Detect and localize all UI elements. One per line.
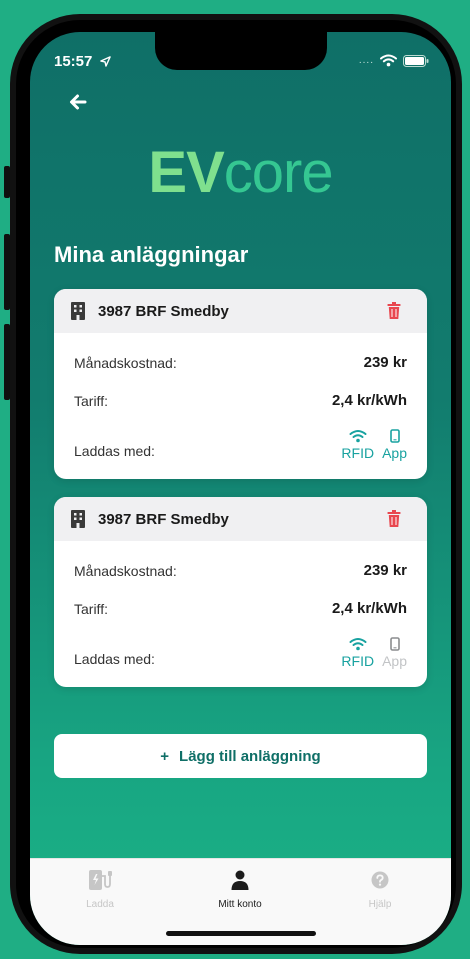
monthly-cost-value: 239 kr: [363, 354, 407, 371]
battery-icon: [403, 54, 429, 67]
tariff-label: Tariff:: [74, 601, 108, 617]
back-button[interactable]: [68, 92, 92, 116]
building-icon: [71, 510, 85, 528]
cellular-signal-icon: ....: [358, 55, 374, 66]
tab-ladda[interactable]: Ladda: [40, 867, 160, 910]
tab-mitt-konto-label: Mitt konto: [218, 899, 262, 910]
monthly-cost-value: 239 kr: [363, 562, 407, 579]
status-icons: ....: [359, 54, 429, 67]
tab-hjalp-label: Hjälp: [368, 899, 392, 910]
add-facility-label: Lägg till anläggning: [179, 747, 321, 765]
charge-method-label: Laddas med:: [74, 443, 155, 459]
logo-core: core: [223, 140, 334, 205]
mobile-phone-icon: [389, 637, 400, 651]
method-app-label: App: [382, 445, 407, 461]
method-rfid-label: RFID: [341, 653, 375, 669]
user-icon: [231, 870, 249, 890]
monthly-cost-row: Månadskostnad: 239 kr: [54, 549, 427, 587]
facility-card-header: 3987 BRF Smedby: [54, 497, 427, 541]
home-indicator: [166, 931, 316, 936]
method-app-label: App: [382, 653, 407, 669]
volume-down-button: [4, 324, 10, 400]
tariff-row: Tariff: 2,4 kr/kWh: [54, 379, 427, 417]
charge-methods: RFID App: [341, 637, 407, 669]
facility-card-header: 3987 BRF Smedby: [54, 289, 427, 333]
add-facility-button[interactable]: + Lägg till anläggning: [54, 734, 427, 778]
tab-bar: Ladda Mitt konto Hjälp: [30, 858, 451, 945]
trash-icon[interactable]: [387, 510, 401, 528]
volume-up-button: [4, 234, 10, 310]
tariff-row: Tariff: 2,4 kr/kWh: [54, 587, 427, 625]
arrow-left-icon: [70, 94, 87, 110]
mute-switch: [4, 166, 10, 198]
status-time-text: 15:57: [54, 53, 93, 70]
app-screen: 15:57 .... EVcore Mina anläggningar 3987…: [30, 32, 451, 945]
charge-methods: RFID App: [341, 429, 407, 461]
tab-hjalp[interactable]: Hjälp: [320, 867, 440, 910]
monthly-cost-row: Månadskostnad: 239 kr: [54, 341, 427, 379]
method-rfid: RFID: [341, 429, 374, 461]
tariff-value: 2,4 kr/kWh: [331, 392, 407, 409]
page-title: Mina anläggningar: [54, 242, 249, 267]
notch: [155, 32, 327, 70]
trash-icon[interactable]: [387, 302, 401, 320]
facility-card: 3987 BRF Smedby Månadskostnad: 239 kr Ta…: [54, 497, 427, 687]
plus-icon: +: [160, 747, 170, 765]
charge-method-row: Laddas med: RFID App: [54, 625, 427, 687]
evcore-logo: EVcore: [30, 144, 451, 202]
facility-card: 3987 BRF Smedby Månadskostnad: 239 kr Ta…: [54, 289, 427, 479]
monthly-cost-label: Månadskostnad:: [74, 563, 177, 579]
status-time: 15:57: [54, 53, 111, 70]
facility-name: 3987 BRF Smedby: [98, 510, 229, 528]
method-app: App: [382, 429, 407, 461]
charge-method-row: Laddas med: RFID App: [54, 417, 427, 479]
tab-mitt-konto[interactable]: Mitt konto: [180, 867, 300, 910]
building-icon: [71, 302, 85, 320]
logo-ev: EV: [148, 140, 224, 205]
method-rfid: RFID: [341, 637, 374, 669]
location-arrow-icon: [99, 56, 111, 67]
method-app-disabled: App: [382, 637, 407, 669]
help-icon: [371, 871, 389, 889]
wifi-icon: [380, 54, 397, 67]
monthly-cost-label: Månadskostnad:: [74, 355, 177, 371]
charger-icon: [89, 870, 112, 890]
method-rfid-label: RFID: [341, 445, 375, 461]
tariff-label: Tariff:: [74, 393, 108, 409]
charge-method-label: Laddas med:: [74, 651, 155, 667]
tariff-value: 2,4 kr/kWh: [331, 600, 407, 617]
wifi-icon: [349, 430, 367, 443]
mobile-phone-icon: [389, 429, 400, 443]
tab-ladda-label: Ladda: [86, 899, 114, 910]
wifi-icon: [349, 638, 367, 651]
facility-name: 3987 BRF Smedby: [98, 302, 229, 320]
